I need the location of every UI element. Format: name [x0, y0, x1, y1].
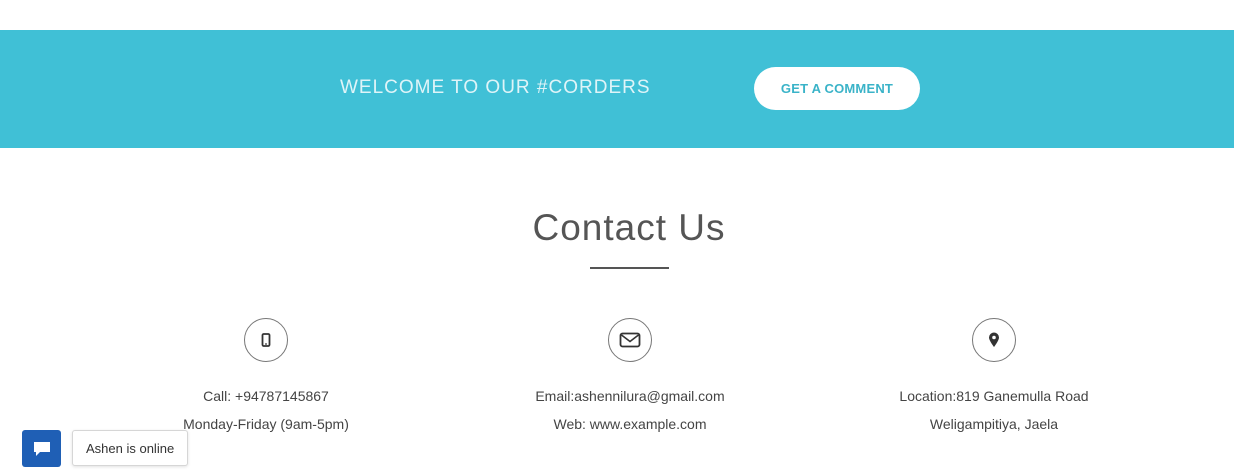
banner-text: WELCOME TO OUR #CORDERS	[340, 77, 651, 98]
chat-bubble-icon	[33, 441, 50, 456]
contact-location-column: Location:819 Ganemulla Road Weligampitiy…	[844, 318, 1144, 433]
contact-us-title: Contact Us	[532, 207, 726, 248]
call-number: Call: +94787145867	[203, 388, 329, 404]
web-address: Web: www.example.com	[553, 416, 707, 432]
envelope-icon	[608, 318, 652, 362]
chat-open-button[interactable]	[22, 430, 61, 467]
location-street: Location:819 Ganemulla Road	[899, 388, 1089, 404]
chat-status-label[interactable]: Ashen is online	[72, 430, 189, 466]
get-a-comment-button[interactable]: GET A COMMENT	[754, 67, 920, 110]
page: WELCOME TO OUR #CORDERS GET A COMMENT Co…	[0, 0, 1234, 472]
map-marker-icon	[972, 318, 1016, 362]
contact-call-column: Call: +94787145867 Monday-Friday (9am-5p…	[116, 318, 416, 433]
email-address: Email:ashennilura@gmail.com	[535, 388, 725, 404]
title-underline	[590, 267, 669, 269]
location-city: Weligampitiya, Jaela	[929, 416, 1059, 432]
contact-email-column: Email:ashennilura@gmail.com Web: www.exa…	[480, 318, 780, 433]
mobile-phone-icon	[244, 318, 288, 362]
